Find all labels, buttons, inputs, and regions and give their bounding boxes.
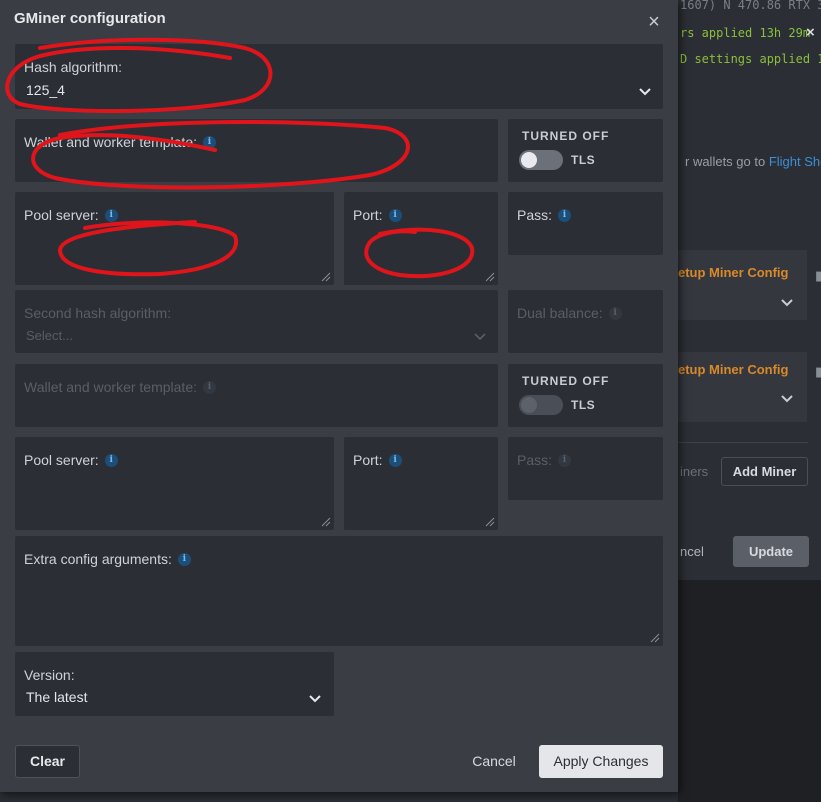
- pool-server-input[interactable]: Pool server: i: [15, 192, 334, 285]
- info-icon[interactable]: i: [608, 306, 622, 320]
- setup-miner-config-link-2[interactable]: etup Miner Config: [678, 362, 789, 377]
- pool-server-label-text: Pool server:: [24, 207, 99, 223]
- wallet-template-input[interactable]: Wallet and worker template: i: [15, 119, 498, 182]
- second-port-label: Port: i: [353, 452, 402, 468]
- resize-handle-icon[interactable]: [319, 270, 331, 282]
- apply-changes-button[interactable]: Apply Changes: [539, 745, 663, 778]
- version-select[interactable]: Version: The latest: [15, 652, 334, 716]
- info-icon[interactable]: i: [203, 380, 216, 394]
- second-pool-server-label-text: Pool server:: [24, 452, 99, 468]
- trash-icon[interactable]: ▮: [815, 268, 821, 284]
- port-input[interactable]: Port: i: [344, 192, 498, 285]
- second-pass-label-text: Pass:: [517, 452, 553, 468]
- version-value: The latest: [26, 689, 88, 705]
- second-tls-label: TLS: [571, 398, 596, 412]
- resize-handle-icon[interactable]: [483, 270, 495, 282]
- toggle-knob: [521, 152, 537, 168]
- wallet-template-label-text: Wallet and worker template:: [24, 134, 197, 150]
- toggle-knob: [521, 397, 537, 413]
- flight-sheet-link[interactable]: Flight She: [769, 154, 821, 169]
- close-icon[interactable]: ×: [644, 12, 664, 32]
- chevron-down-icon[interactable]: [780, 391, 794, 405]
- second-tls-toggle[interactable]: [519, 395, 563, 415]
- version-label: Version:: [24, 667, 75, 683]
- second-hash-algorithm-placeholder: Select...: [26, 328, 73, 343]
- log-line-applied: rs applied 13h 29m: [680, 26, 811, 40]
- pool-server-label: Pool server: i: [24, 207, 118, 223]
- chevron-down-icon[interactable]: [473, 329, 487, 343]
- info-icon[interactable]: i: [104, 208, 118, 222]
- extra-config-label: Extra config arguments: i: [24, 551, 191, 567]
- second-wallet-template-label-text: Wallet and worker template:: [24, 379, 197, 395]
- chevron-down-icon[interactable]: [780, 295, 794, 309]
- update-button[interactable]: Update: [733, 536, 809, 567]
- hash-algorithm-select[interactable]: Hash algorithm: 125_4: [15, 44, 663, 109]
- hash-algorithm-label: Hash algorithm:: [24, 59, 123, 75]
- resize-handle-icon[interactable]: [648, 631, 660, 643]
- resize-handle-icon[interactable]: [319, 515, 331, 527]
- clear-button[interactable]: Clear: [15, 745, 80, 778]
- info-icon[interactable]: i: [203, 135, 216, 149]
- port-label-text: Port:: [353, 207, 383, 223]
- background-cancel-button[interactable]: ncel: [680, 544, 704, 559]
- wallets-hint-text: r wallets go to: [685, 154, 769, 169]
- second-port-input[interactable]: Port: i: [344, 437, 498, 530]
- tls-state-label: TURNED OFF: [522, 129, 610, 143]
- second-pool-server-input[interactable]: Pool server: i: [15, 437, 334, 530]
- hash-algorithm-value: 125_4: [26, 82, 65, 98]
- pass-label-text: Pass:: [517, 207, 553, 223]
- info-icon[interactable]: i: [177, 552, 191, 566]
- second-wallet-template-input[interactable]: Wallet and worker template: i: [15, 364, 498, 427]
- info-icon[interactable]: i: [104, 453, 118, 467]
- dual-balance-label: Dual balance: i: [517, 305, 622, 321]
- second-tls-state-label: TURNED OFF: [522, 374, 610, 388]
- extra-config-label-text: Extra config arguments:: [24, 551, 172, 567]
- second-hash-algorithm-label: Second hash algorithm:: [24, 305, 172, 321]
- resize-handle-icon[interactable]: [483, 515, 495, 527]
- info-icon[interactable]: i: [558, 208, 572, 222]
- info-icon[interactable]: i: [388, 453, 402, 467]
- second-tls-toggle-panel: TURNED OFF TLS: [508, 364, 663, 427]
- chevron-down-icon[interactable]: [308, 691, 322, 705]
- log-line-top: 1607) N 470.86 RTX 306: [680, 0, 821, 12]
- second-pass-label: Pass: i: [517, 452, 572, 468]
- dual-balance-label-text: Dual balance:: [517, 305, 603, 321]
- cancel-button[interactable]: Cancel: [466, 745, 522, 778]
- log-line-settings: D settings applied 1: [680, 52, 821, 66]
- second-hash-algorithm-select[interactable]: Second hash algorithm: Select...: [15, 290, 498, 353]
- info-icon[interactable]: i: [558, 453, 572, 467]
- wallets-hint: r wallets go to Flight She: [685, 154, 821, 169]
- gminer-config-modal: GMiner configuration × Hash algorithm: 1…: [0, 0, 678, 792]
- port-label: Port: i: [353, 207, 402, 223]
- tls-label: TLS: [571, 153, 596, 167]
- add-miner-button[interactable]: Add Miner: [721, 457, 808, 486]
- pass-label: Pass: i: [517, 207, 572, 223]
- second-wallet-template-label: Wallet and worker template: i: [24, 379, 216, 395]
- miners-text: iners: [680, 464, 709, 479]
- miner-card-1: [678, 250, 807, 320]
- second-pool-server-label: Pool server: i: [24, 452, 118, 468]
- log-close-icon[interactable]: ×: [806, 24, 815, 41]
- chevron-down-icon[interactable]: [638, 84, 652, 98]
- second-port-label-text: Port:: [353, 452, 383, 468]
- divider: [678, 442, 808, 443]
- info-icon[interactable]: i: [388, 208, 402, 222]
- wallet-template-label: Wallet and worker template: i: [24, 134, 216, 150]
- extra-config-input[interactable]: Extra config arguments: i: [15, 536, 663, 646]
- tls-toggle[interactable]: [519, 150, 563, 170]
- setup-miner-config-link-1[interactable]: etup Miner Config: [678, 265, 789, 280]
- dual-balance-input[interactable]: Dual balance: i: [508, 290, 663, 353]
- modal-title: GMiner configuration: [14, 10, 166, 27]
- trash-icon[interactable]: ▮: [815, 364, 821, 380]
- second-pass-input[interactable]: Pass: i: [508, 437, 663, 500]
- tls-toggle-panel: TURNED OFF TLS: [508, 119, 663, 182]
- pass-input[interactable]: Pass: i: [508, 192, 663, 255]
